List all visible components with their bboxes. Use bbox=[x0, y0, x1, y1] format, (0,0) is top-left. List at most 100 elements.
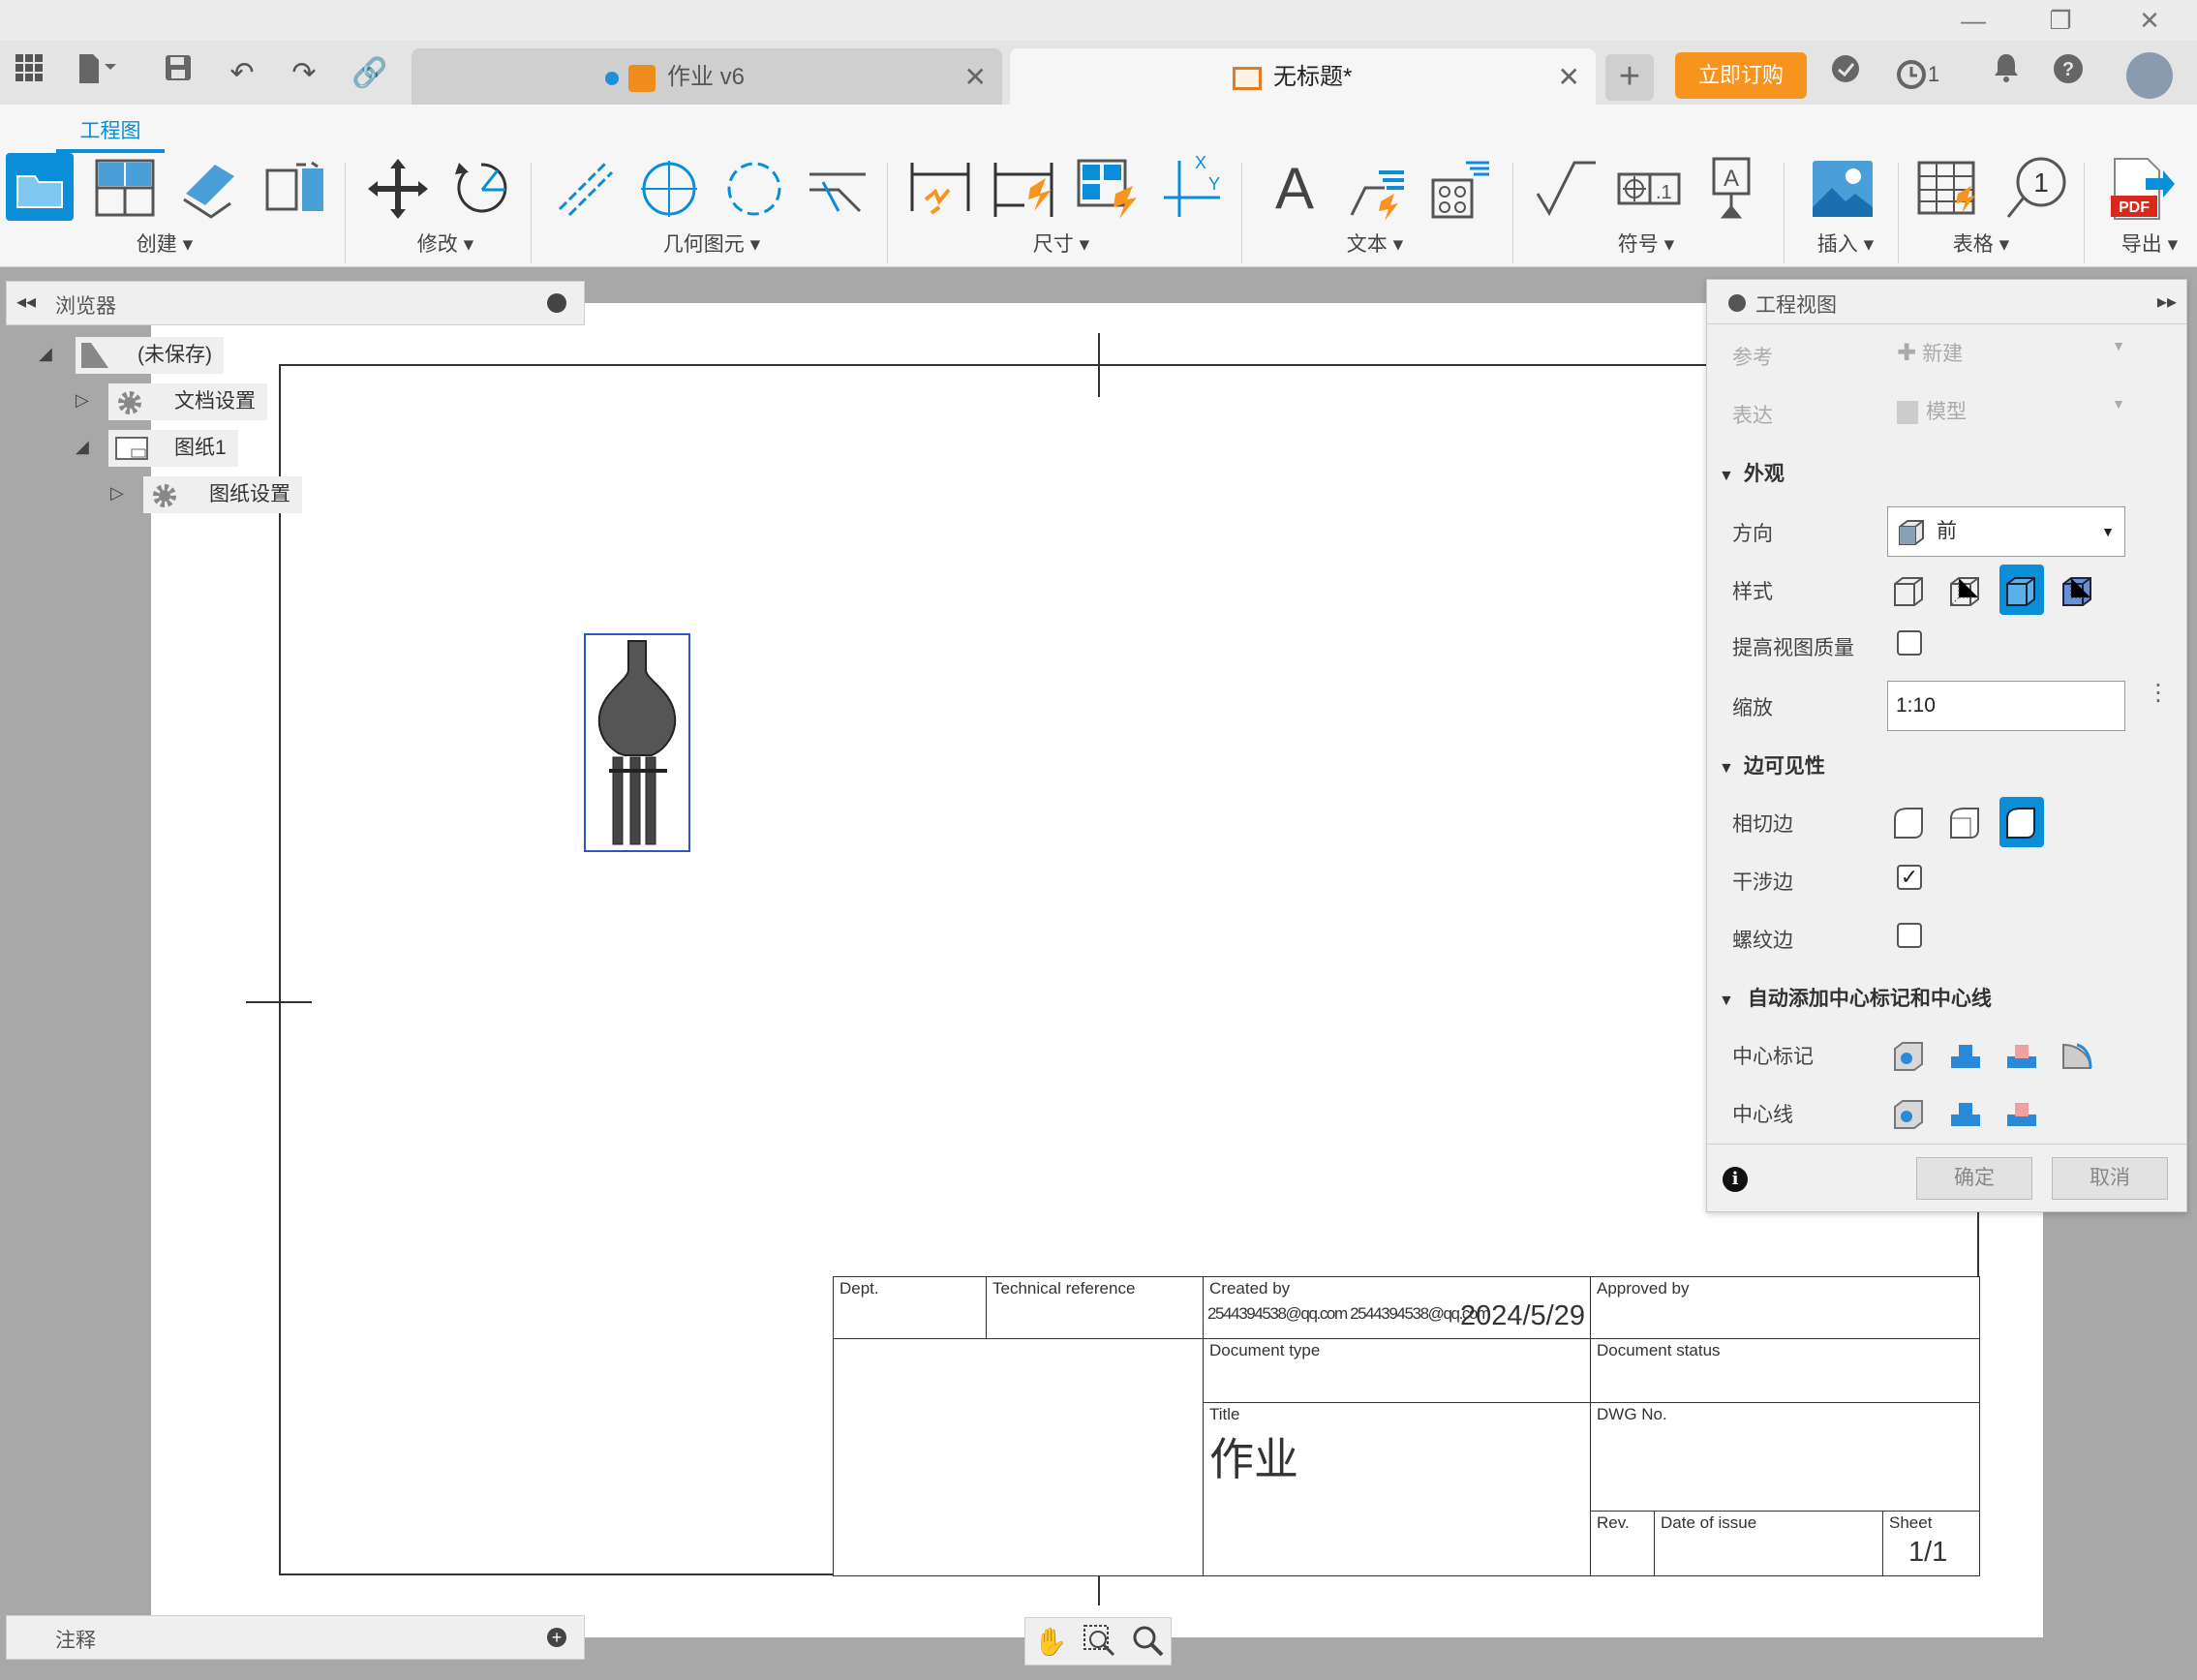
projected-view-icon[interactable] bbox=[91, 155, 159, 223]
redo-icon[interactable]: ↷ bbox=[283, 52, 325, 95]
section-appearance[interactable]: ▼ 外观 bbox=[1719, 458, 1785, 487]
restore-button[interactable]: ❐ bbox=[2031, 4, 2090, 37]
collapse-dialog-icon[interactable] bbox=[1728, 294, 1746, 312]
buy-now-button[interactable]: 立即订购 bbox=[1675, 52, 1807, 99]
leader-text-icon[interactable] bbox=[1344, 155, 1412, 223]
collapsed-arrow-icon[interactable]: ▷ bbox=[76, 390, 89, 411]
apps-grid-icon[interactable] bbox=[8, 52, 50, 95]
group-tables[interactable]: 表格 ▾ bbox=[1933, 229, 2029, 258]
centerline-icon[interactable] bbox=[552, 155, 620, 223]
group-symbols[interactable]: 符号 ▾ bbox=[1598, 229, 1694, 258]
file-menu-icon[interactable] bbox=[76, 52, 118, 95]
minimize-button[interactable]: — bbox=[1944, 4, 2002, 37]
baseline-dimension-icon[interactable]: XY bbox=[1158, 153, 1226, 223]
expand-dialog-icon[interactable]: ▸▸ bbox=[2157, 290, 2177, 314]
group-create[interactable]: 创建 ▾ bbox=[116, 229, 213, 258]
expand-panel-icon[interactable]: + bbox=[547, 1628, 566, 1647]
extensions-icon[interactable] bbox=[1824, 52, 1867, 95]
move-icon[interactable] bbox=[364, 155, 432, 223]
help-icon[interactable]: ? bbox=[2047, 52, 2090, 95]
tangent-off[interactable] bbox=[1887, 797, 1932, 847]
group-export[interactable]: 导出 ▾ bbox=[2101, 229, 2197, 258]
tree-item-root[interactable]: (未保存) bbox=[76, 337, 224, 374]
info-icon[interactable]: i bbox=[1723, 1167, 1748, 1192]
style-shaded-hidden[interactable] bbox=[2056, 565, 2100, 615]
edge-extension-icon[interactable] bbox=[804, 155, 871, 223]
centerline-holes[interactable] bbox=[1887, 1087, 1932, 1138]
tab-drawing[interactable]: 工程图 bbox=[56, 112, 165, 153]
representation-select[interactable]: 模型 ▼ bbox=[1897, 396, 2125, 427]
section-auto-center[interactable]: ▼ 自动添加中心标记和中心线 bbox=[1719, 983, 1992, 1012]
collapse-panel-icon[interactable]: ◂◂ bbox=[16, 290, 36, 314]
style-shaded[interactable] bbox=[1999, 565, 2044, 615]
expanded-arrow-icon[interactable]: ◢ bbox=[39, 344, 52, 364]
group-modify[interactable]: 修改 ▾ bbox=[397, 229, 494, 258]
tangent-full[interactable] bbox=[1943, 797, 1988, 847]
center-pattern-icon[interactable] bbox=[720, 155, 788, 223]
tree-item-sheet1[interactable]: 图纸1 bbox=[108, 430, 238, 467]
minimize-panel-icon[interactable] bbox=[547, 293, 566, 313]
interference-checkbox[interactable]: ✓ bbox=[1897, 865, 1922, 890]
tab-document-homework[interactable]: 作业 v6 ✕ bbox=[412, 48, 1002, 107]
thread-checkbox[interactable] bbox=[1897, 923, 1922, 948]
more-options-icon[interactable]: ⋮ bbox=[2147, 682, 2170, 705]
tree-item-sheet-settings[interactable]: 图纸设置 bbox=[143, 476, 302, 513]
base-view-icon[interactable] bbox=[6, 153, 74, 221]
tangent-shortened[interactable] bbox=[1999, 797, 2044, 847]
centerline-fillets[interactable] bbox=[1943, 1087, 1988, 1138]
orientation-select[interactable]: 前 ▼ bbox=[1887, 506, 2125, 557]
close-window-button[interactable]: ✕ bbox=[2121, 4, 2179, 37]
centermark-holes[interactable] bbox=[1887, 1029, 1932, 1080]
group-geometry[interactable]: 几何图元 ▾ bbox=[649, 229, 775, 258]
table-note-icon[interactable] bbox=[1427, 155, 1495, 223]
feature-control-frame-icon[interactable]: .1 bbox=[1615, 155, 1683, 223]
table-icon[interactable] bbox=[1915, 155, 1983, 223]
ok-button[interactable]: 确定 bbox=[1916, 1157, 2032, 1200]
group-insert[interactable]: 插入 ▾ bbox=[1797, 229, 1894, 258]
tab-close-icon[interactable]: ✕ bbox=[1558, 48, 1580, 107]
tab-close-icon[interactable]: ✕ bbox=[964, 48, 987, 107]
quality-checkbox[interactable] bbox=[1897, 630, 1922, 656]
pan-hand-icon[interactable]: ✋ bbox=[1031, 1624, 1070, 1661]
tree-item-document-settings[interactable]: 文档设置 bbox=[108, 383, 267, 420]
section-edge-visibility[interactable]: ▼ 边可见性 bbox=[1719, 750, 1825, 779]
centerline-cuts[interactable] bbox=[1999, 1087, 2044, 1138]
user-avatar[interactable] bbox=[2126, 52, 2173, 99]
text-icon[interactable]: A bbox=[1261, 155, 1328, 223]
link-icon[interactable]: 🔗 bbox=[349, 52, 391, 95]
group-dimensions[interactable]: 尺寸 ▾ bbox=[1013, 229, 1110, 258]
reference-select[interactable]: ✚ 新建 ▼ bbox=[1897, 338, 2125, 369]
cancel-button[interactable]: 取消 bbox=[2052, 1157, 2168, 1200]
centermark-cuts[interactable] bbox=[1999, 1029, 2044, 1080]
expanded-arrow-icon[interactable]: ◢ bbox=[76, 437, 89, 457]
group-text[interactable]: 文本 ▾ bbox=[1327, 229, 1423, 258]
balloon-icon[interactable]: 1 bbox=[2002, 155, 2070, 223]
section-view-icon[interactable] bbox=[176, 155, 244, 223]
centermark-fillets[interactable] bbox=[1943, 1029, 1988, 1080]
center-mark-icon[interactable] bbox=[635, 155, 703, 223]
detail-view-icon[interactable] bbox=[261, 155, 329, 223]
scale-input[interactable]: 1:10 bbox=[1887, 681, 2125, 731]
ordinate-dimension-icon[interactable] bbox=[990, 155, 1057, 223]
notes-panel-header[interactable]: 注释 + bbox=[6, 1615, 585, 1660]
export-pdf-icon[interactable]: PDF bbox=[2107, 155, 2175, 223]
job-status[interactable]: 1 bbox=[1888, 52, 1946, 95]
dimension-icon[interactable] bbox=[906, 155, 974, 223]
zoom-icon[interactable] bbox=[1128, 1624, 1167, 1661]
collapsed-arrow-icon[interactable]: ▷ bbox=[110, 483, 124, 504]
undo-icon[interactable]: ↶ bbox=[221, 52, 263, 95]
style-hidden-edges[interactable] bbox=[1943, 565, 1988, 615]
model-view[interactable] bbox=[584, 633, 690, 852]
notification-bell-icon[interactable] bbox=[1985, 52, 2028, 95]
insert-image-icon[interactable] bbox=[1809, 155, 1877, 223]
new-tab-button[interactable]: + bbox=[1605, 54, 1654, 101]
tab-document-untitled[interactable]: 无标题* ✕ bbox=[1010, 48, 1596, 107]
style-visible-edges[interactable] bbox=[1887, 565, 1932, 615]
centermark-arcs[interactable] bbox=[2056, 1029, 2100, 1080]
datum-identifier-icon[interactable]: A bbox=[1698, 155, 1766, 223]
save-icon[interactable] bbox=[157, 52, 199, 95]
zoom-window-icon[interactable] bbox=[1080, 1624, 1118, 1661]
auto-dimension-icon[interactable] bbox=[1073, 155, 1141, 223]
rotate-icon[interactable] bbox=[447, 155, 515, 223]
surface-texture-icon[interactable] bbox=[1532, 155, 1600, 223]
